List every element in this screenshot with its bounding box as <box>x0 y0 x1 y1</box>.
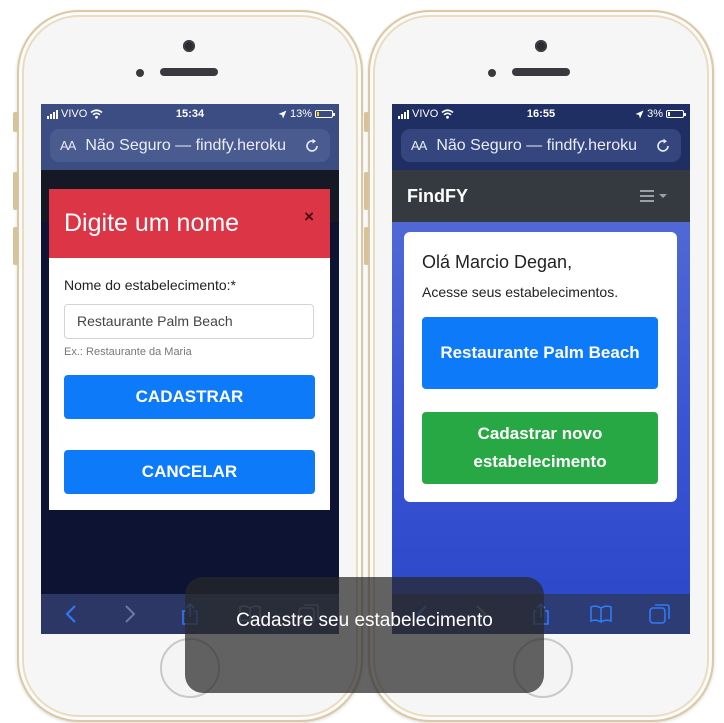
front-camera <box>183 40 195 52</box>
battery-icon <box>315 110 335 118</box>
front-camera <box>535 40 547 52</box>
browser-address-area: AA Não Seguro — findfy.heroku <box>392 124 690 170</box>
modal-header: Digite um nome × <box>49 189 330 258</box>
mute-switch <box>13 112 18 132</box>
app-navbar: FindFY <box>392 170 690 222</box>
url-text: Não Seguro — findfy.heroku <box>85 136 287 154</box>
reload-icon[interactable] <box>655 138 671 154</box>
tabs-icon[interactable] <box>649 603 671 625</box>
proximity-sensor <box>488 69 496 77</box>
clock: 16:55 <box>526 108 556 120</box>
reader-view-button[interactable]: AA <box>60 138 76 153</box>
browser-address-area: AA Não Seguro — findfy.heroku <box>41 124 339 170</box>
battery-percent: 13% <box>289 108 312 120</box>
forward-icon[interactable] <box>119 603 141 625</box>
hamburger-menu-icon[interactable] <box>640 189 670 203</box>
establishment-button[interactable]: Restaurante Palm Beach <box>422 317 658 389</box>
screen-left: VIVO 15:34 13% AA Não Seguro — findfy.he… <box>41 104 339 634</box>
brand-logo-text[interactable]: FindFY <box>407 186 468 207</box>
wifi-icon <box>441 109 454 119</box>
reload-icon[interactable] <box>304 138 320 154</box>
reader-view-button[interactable]: AA <box>411 138 427 153</box>
back-icon[interactable] <box>60 603 82 625</box>
signal-icon <box>398 109 409 119</box>
volume-down-button <box>13 227 18 265</box>
greeting: Olá Marcio Degan, <box>422 252 573 272</box>
status-bar: VIVO 15:34 13% <box>41 104 339 124</box>
new-establishment-button[interactable]: Cadastrar novo estabelecimento <box>422 412 658 484</box>
close-icon[interactable]: × <box>304 207 314 227</box>
location-arrow-icon <box>278 110 287 118</box>
modal-title: Digite um nome <box>64 209 240 237</box>
field-label: Nome do estabelecimento:* <box>64 277 236 293</box>
field-help-text: Ex.: Restaurante da Maria <box>64 346 192 358</box>
register-button[interactable]: CADASTRAR <box>64 375 315 419</box>
proximity-sensor <box>136 69 144 77</box>
address-bar[interactable]: AA Não Seguro — findfy.heroku <box>401 129 681 162</box>
location-arrow-icon <box>635 110 644 118</box>
volume-up-button <box>364 172 369 210</box>
address-bar[interactable]: AA Não Seguro — findfy.heroku <box>50 129 330 162</box>
carrier-name: VIVO <box>61 108 88 120</box>
card-subtitle: Acesse seus estabelecimentos. <box>422 284 619 300</box>
volume-down-button <box>364 227 369 265</box>
mute-switch <box>364 112 369 132</box>
establishment-name-input[interactable]: Restaurante Palm Beach <box>64 304 314 339</box>
battery-percent: 3% <box>647 108 663 120</box>
welcome-card: Olá Marcio Degan, Acesse seus estabeleci… <box>404 232 677 502</box>
status-bar: VIVO 16:55 3% <box>392 104 690 124</box>
earpiece-speaker <box>512 68 570 76</box>
clock: 15:34 <box>175 108 205 120</box>
bookmarks-icon[interactable] <box>589 603 612 625</box>
cancel-button[interactable]: CANCELAR <box>64 450 315 494</box>
carrier-name: VIVO <box>412 108 439 120</box>
volume-up-button <box>13 172 18 210</box>
name-modal: Digite um nome × Nome do estabelecimento… <box>49 189 330 510</box>
screen-right: VIVO 16:55 3% AA Não Seguro — findfy.her… <box>392 104 690 634</box>
earpiece-speaker <box>160 68 218 76</box>
caption-overlay: Cadastre seu estabelecimento <box>185 577 544 693</box>
signal-icon <box>47 109 58 119</box>
url-text: Não Seguro — findfy.heroku <box>436 136 638 154</box>
wifi-icon <box>90 109 103 119</box>
battery-charging-icon <box>666 110 686 118</box>
